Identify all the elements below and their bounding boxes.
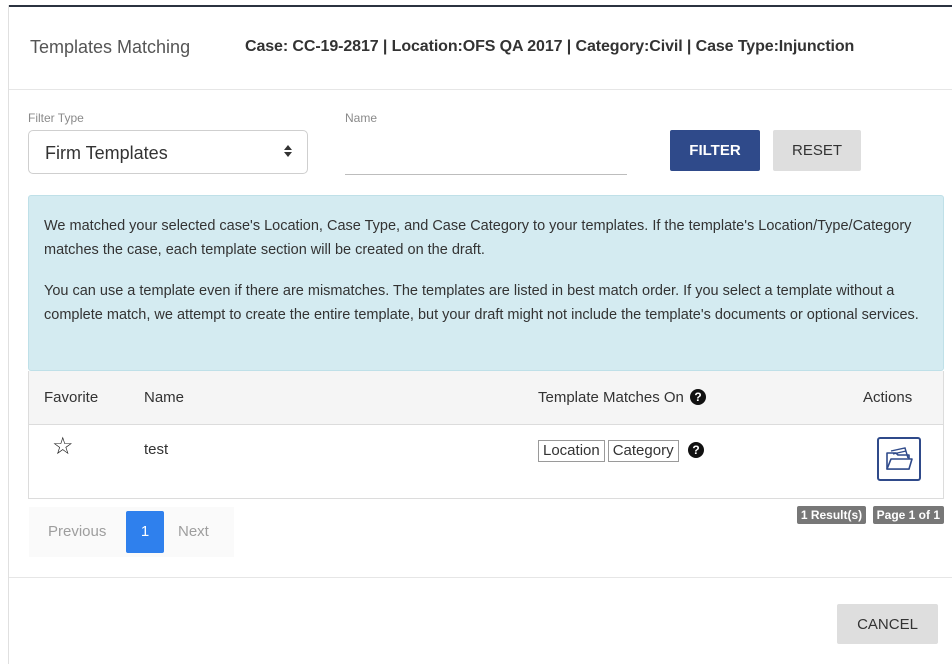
question-circle-icon[interactable]: ?: [688, 442, 705, 458]
cancel-button[interactable]: CANCEL: [837, 604, 938, 644]
match-info-alert: We matched your selected case's Location…: [28, 195, 944, 371]
next-page-button[interactable]: Next: [178, 523, 209, 540]
filter-button[interactable]: FILTER: [670, 130, 760, 171]
result-count-badge: 1 Result(s): [796, 506, 867, 524]
match-tags: Location Category ?: [538, 440, 705, 462]
sort-arrows-icon: [283, 142, 293, 163]
name-label: Name: [345, 111, 378, 125]
star-outline-icon[interactable]: ☆: [52, 435, 74, 459]
info-paragraph: You can use a template even if there are…: [44, 283, 919, 323]
footer-divider: [9, 577, 952, 578]
filter-type-select[interactable]: Firm Templates: [28, 130, 308, 174]
filter-type-value: Firm Templates: [45, 143, 168, 163]
templates-table: Favorite Name Template Matches On ? Acti…: [28, 371, 944, 499]
open-template-button[interactable]: [877, 437, 921, 481]
folder-open-icon: [886, 447, 913, 470]
column-actions: Actions: [863, 389, 913, 406]
column-matches: Template Matches On ?: [538, 389, 707, 406]
column-name: Name: [144, 389, 185, 406]
result-badges: 1 Result(s) Page 1 of 1: [795, 506, 944, 524]
reset-button[interactable]: RESET: [773, 130, 861, 171]
column-matches-label: Template Matches On: [538, 389, 684, 406]
case-summary: Case: CC-19-2817 | Location:OFS QA 2017 …: [245, 38, 855, 55]
info-paragraph: We matched your selected case's Location…: [44, 218, 912, 258]
pagination: Previous 1 Next: [29, 507, 234, 557]
match-tag-location: Location: [538, 440, 605, 462]
template-name: test: [144, 441, 169, 458]
modal-left-border: [8, 5, 9, 664]
column-favorite: Favorite: [44, 389, 99, 406]
table-header: Favorite Name Template Matches On ? Acti…: [29, 371, 943, 425]
previous-page-button[interactable]: Previous: [48, 523, 106, 540]
page-count-badge: Page 1 of 1: [872, 506, 944, 524]
modal-header: Templates Matching Case: CC-19-2817 | Lo…: [9, 7, 952, 90]
page-button-current[interactable]: 1: [126, 511, 164, 553]
modal-title: Templates Matching: [30, 37, 191, 57]
question-circle-icon[interactable]: ?: [690, 389, 707, 405]
match-tag-category: Category: [607, 440, 679, 462]
filter-type-label: Filter Type: [28, 111, 84, 125]
name-input[interactable]: [345, 130, 627, 175]
